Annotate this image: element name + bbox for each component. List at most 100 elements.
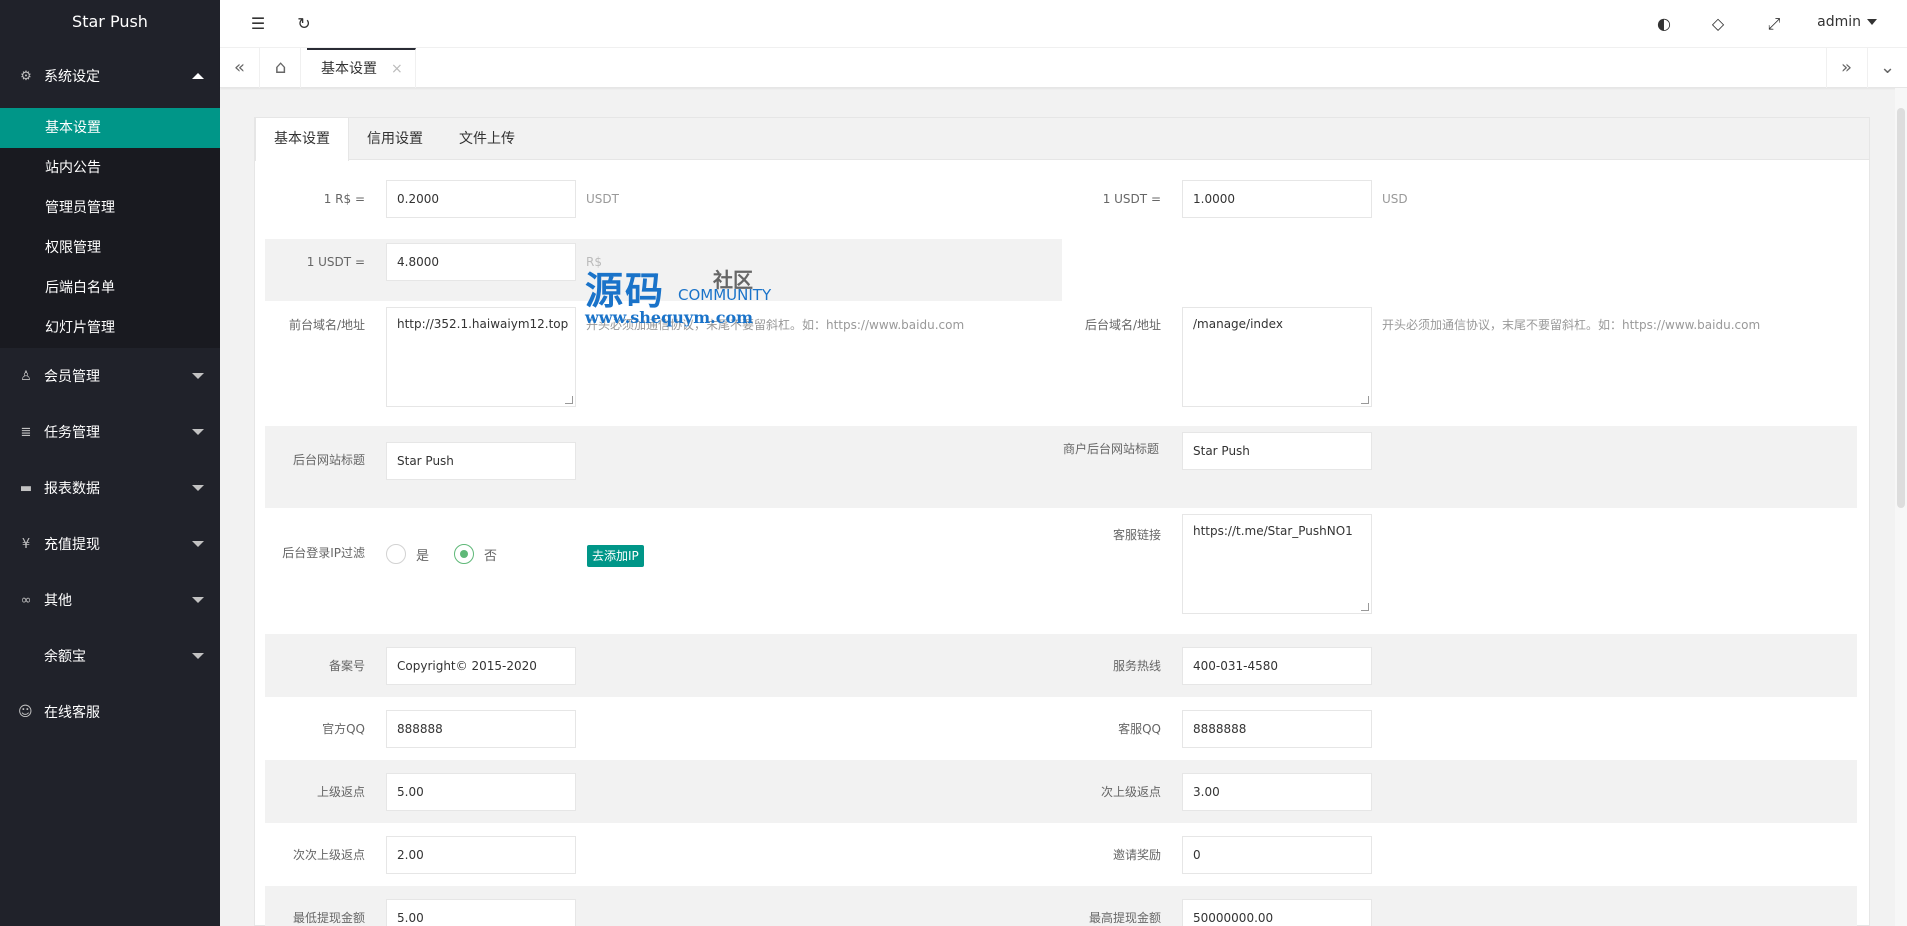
sidebar-item-announcements[interactable]: 站内公告 — [0, 148, 220, 188]
sidebar-item-permissions[interactable]: 权限管理 — [0, 228, 220, 268]
sidebar-item-admins[interactable]: 管理员管理 — [0, 188, 220, 228]
list-icon: ≣ — [20, 424, 32, 440]
sidebar-item-whitelist[interactable]: 后端白名单 — [0, 268, 220, 308]
invite-reward-input[interactable]: 0 — [1182, 836, 1372, 874]
user-name: admin — [1817, 14, 1861, 30]
nav-group-label: 报表数据 — [44, 481, 100, 497]
settings-tabs: 基本设置 信用设置 文件上传 — [255, 118, 1869, 161]
label-usdt-usd: 1 USDT = — [1102, 192, 1161, 206]
label-hotline: 服务热线 — [1112, 659, 1161, 673]
front-domain-value: http://352.1.haiwaiym12.top — [397, 317, 569, 331]
refresh-icon[interactable]: ↻ — [294, 14, 314, 34]
service-qq-input[interactable]: 8888888 — [1182, 710, 1372, 748]
caret-down-icon — [192, 653, 204, 659]
page-tab-basic-settings[interactable]: 基本设置 × — [307, 48, 416, 88]
label-official-qq: 官方QQ — [322, 722, 365, 736]
label-merchant-title: 商户后台网站标题 — [1062, 442, 1159, 456]
label-usdt-rs: 1 USDT = — [306, 255, 365, 269]
official-qq-input[interactable]: 888888 — [386, 710, 576, 748]
tabs-scroll-left-icon[interactable]: « — [220, 48, 260, 88]
user-icon: ♙ — [20, 368, 32, 384]
service-icon: ☺ — [18, 704, 33, 720]
nav-group-recharge[interactable]: ¥ 充值提现 — [0, 516, 220, 572]
icp-input[interactable]: Copyright© 2015-2020 — [386, 647, 576, 685]
label-rs-rate: 1 R$ = — [323, 192, 365, 206]
label-rebate1: 上级返点 — [316, 785, 365, 799]
back-domain-textarea[interactable]: /manage/index — [1182, 307, 1372, 407]
tabs-menu-icon[interactable]: ⌄ — [1867, 48, 1907, 88]
nav-group-other[interactable]: ∞ 其他 — [0, 572, 220, 628]
front-domain-textarea[interactable]: http://352.1.haiwaiym12.top — [386, 307, 576, 407]
row-bg — [265, 239, 1062, 301]
link-icon: ∞ — [20, 592, 32, 608]
radio-label: 否 — [484, 548, 498, 564]
resize-grip-icon[interactable] — [1361, 603, 1369, 611]
label-admin-title: 后台网站标题 — [292, 453, 365, 467]
user-menu[interactable]: admin — [1817, 14, 1877, 30]
add-ip-button[interactable]: 去添加IP — [587, 545, 644, 567]
page-scrollbar[interactable] — [1895, 88, 1907, 926]
caret-down-icon — [192, 485, 204, 491]
nav-group-system[interactable]: ⚙ 系统设定 — [0, 44, 220, 108]
rebate1-input[interactable]: 5.00 — [386, 773, 576, 811]
hotline-input[interactable]: 400-031-4580 — [1182, 647, 1372, 685]
back-domain-value: /manage/index — [1193, 317, 1283, 331]
nav-group-label: 充值提现 — [44, 537, 100, 553]
rs-rate-input[interactable]: 0.2000 — [386, 180, 576, 218]
tab-file-upload[interactable]: 文件上传 — [441, 118, 533, 159]
resize-grip-icon[interactable] — [1361, 396, 1369, 404]
label-max-withdraw: 最高提现金额 — [1088, 911, 1161, 925]
radio-ip-filter-no[interactable]: 否 — [454, 544, 497, 564]
label-front-domain: 前台域名/地址 — [288, 318, 365, 332]
resize-grip-icon[interactable] — [565, 396, 573, 404]
close-icon[interactable]: × — [391, 49, 403, 89]
fullscreen-icon[interactable]: ⤢ — [1764, 14, 1784, 34]
nav-group-reports[interactable]: ▬ 报表数据 — [0, 460, 220, 516]
merchant-title-input[interactable]: Star Push — [1182, 432, 1372, 470]
label-icp: 备案号 — [328, 659, 365, 673]
radio-ip-filter-yes[interactable]: 是 — [386, 544, 429, 564]
nav-online-service[interactable]: ☺ 在线客服 — [0, 684, 220, 740]
settings-card: 基本设置 信用设置 文件上传 1 R$ = 0.2000 USDT 1 USDT… — [254, 117, 1870, 926]
label-rebate2: 次上级返点 — [1100, 785, 1161, 799]
usdt-usd-input[interactable]: 1.0000 — [1182, 180, 1372, 218]
page-tab-label: 基本设置 — [321, 61, 377, 77]
tag-icon[interactable]: ◇ — [1708, 14, 1728, 34]
nav-group-label: 余额宝 — [44, 649, 86, 665]
rebate2-input[interactable]: 3.00 — [1182, 773, 1372, 811]
label-service-link: 客服链接 — [1112, 528, 1161, 542]
caret-up-icon — [192, 73, 204, 79]
caret-down-icon — [192, 429, 204, 435]
label-min-withdraw: 最低提现金额 — [292, 911, 365, 925]
service-link-value: https://t.me/Star_PushNO1 — [1193, 524, 1353, 538]
nav-group-label: 系统设定 — [44, 69, 100, 85]
menu-fold-icon[interactable]: ☰ — [248, 14, 268, 34]
usdt-rs-input[interactable]: 4.8000 — [386, 243, 576, 281]
nav-group-label: 其他 — [44, 593, 72, 609]
sidebar-item-basic-settings[interactable]: 基本设置 — [0, 108, 220, 148]
sidebar-item-slides[interactable]: 幻灯片管理 — [0, 308, 220, 348]
nav-group-members[interactable]: ♙ 会员管理 — [0, 348, 220, 404]
caret-down-icon — [1867, 19, 1877, 25]
theme-icon[interactable]: ◐ — [1654, 14, 1674, 34]
min-withdraw-input[interactable]: 5.00 — [386, 899, 576, 926]
app-logo[interactable]: Star Push — [0, 0, 220, 44]
label-service-qq: 客服QQ — [1118, 722, 1161, 736]
tab-basic-settings[interactable]: 基本设置 — [255, 118, 349, 161]
nav-group-label: 会员管理 — [44, 369, 100, 385]
usdt-rs-unit: R$ — [586, 255, 602, 269]
rebate3-input[interactable]: 2.00 — [386, 836, 576, 874]
report-icon: ▬ — [19, 480, 33, 496]
admin-title-input[interactable]: Star Push — [386, 442, 576, 480]
label-back-domain: 后台域名/地址 — [1084, 318, 1161, 332]
tab-credit-settings[interactable]: 信用设置 — [349, 118, 441, 159]
nav-group-tasks[interactable]: ≣ 任务管理 — [0, 404, 220, 460]
caret-down-icon — [192, 541, 204, 547]
home-icon[interactable]: ⌂ — [261, 48, 301, 88]
scrollbar-thumb[interactable] — [1897, 108, 1905, 508]
nav-group-yuebao[interactable]: 余额宝 — [0, 628, 220, 684]
service-link-textarea[interactable]: https://t.me/Star_PushNO1 — [1182, 514, 1372, 614]
caret-down-icon — [192, 597, 204, 603]
max-withdraw-input[interactable]: 50000000.00 — [1182, 899, 1372, 926]
tabs-scroll-right-icon[interactable]: » — [1826, 48, 1866, 88]
